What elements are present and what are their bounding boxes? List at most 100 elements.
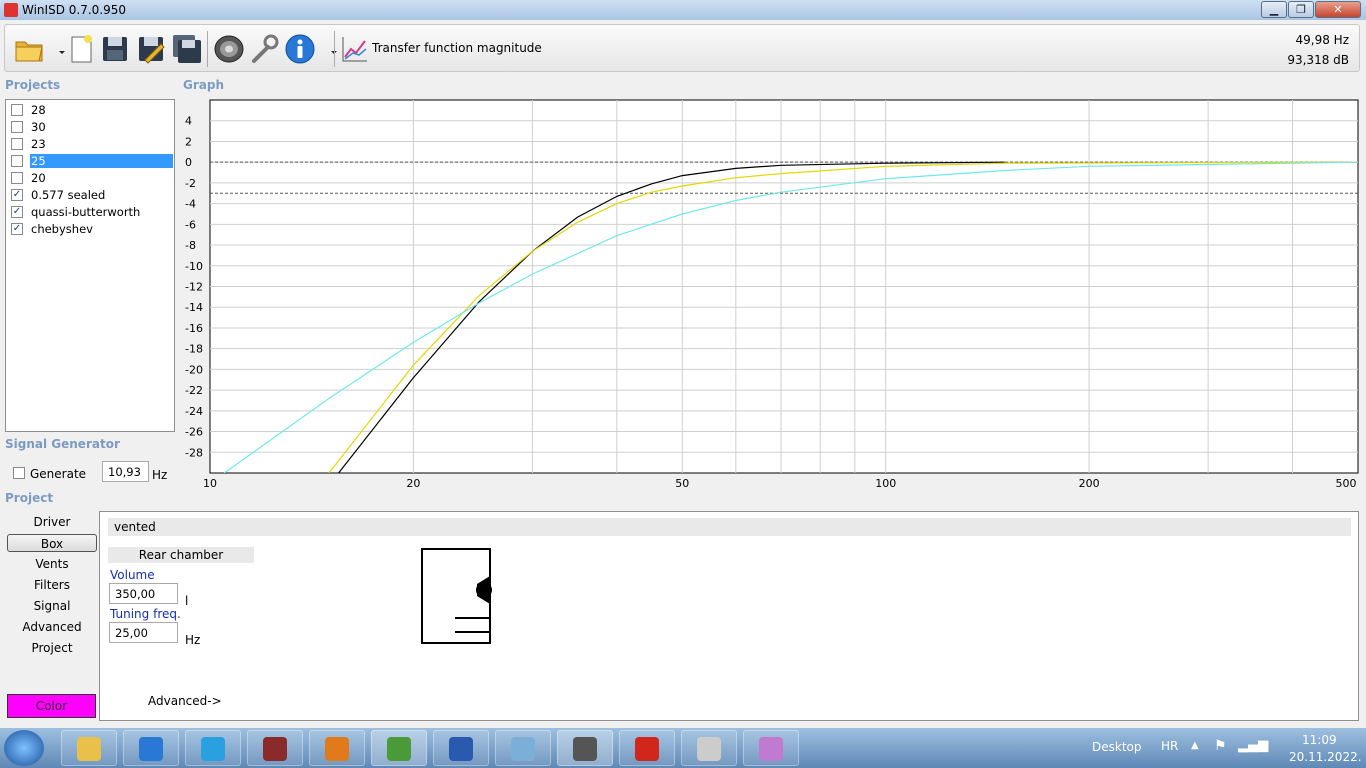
project-list[interactable]: 28 30 23 25 20 ✓ 0.577 sealed ✓ quassi-butterwor…: [5, 99, 175, 432]
tuning-freq-label: Tuning freq.: [110, 607, 181, 621]
nav-signal[interactable]: Signal: [7, 597, 97, 615]
word-icon[interactable]: [433, 730, 489, 766]
tray-arrow-icon[interactable]: ▲: [1191, 740, 1199, 751]
project-list-item[interactable]: 25: [9, 153, 173, 169]
paint-icon[interactable]: [743, 730, 799, 766]
project-label: 25: [30, 154, 173, 168]
nav-project[interactable]: Project: [7, 639, 97, 657]
save-all-icon[interactable]: [171, 33, 203, 65]
nav-driver[interactable]: Driver: [7, 513, 97, 531]
new-document-icon[interactable]: [65, 33, 97, 65]
y-tick-label: -22: [185, 384, 203, 397]
project-list-item[interactable]: ✓ 0.577 sealed: [9, 187, 173, 203]
save-icon[interactable]: [99, 33, 131, 65]
transfer-function-chart[interactable]: 420-2-4-6-8-10-12-14-16-18-20-22-24-26-2…: [180, 97, 1362, 493]
project-checkbox[interactable]: [11, 138, 23, 150]
project-checkbox[interactable]: ✓: [11, 189, 23, 201]
close-button[interactable]: ✕: [1315, 1, 1361, 18]
chrome-icon[interactable]: [371, 730, 427, 766]
app-icon: [4, 3, 18, 17]
y-tick-label: -6: [185, 218, 196, 231]
desktop-toolbar-label[interactable]: Desktop: [1092, 740, 1142, 754]
winisd-icon[interactable]: [557, 730, 613, 766]
project-label: 0.577 sealed: [31, 188, 106, 202]
maximize-button[interactable]: ❐: [1288, 1, 1314, 18]
project-label: chebyshev: [31, 222, 93, 236]
project-checkbox[interactable]: [11, 155, 23, 167]
pdf-icon[interactable]: [619, 730, 675, 766]
x-tick-label: 50: [675, 477, 689, 490]
project-checkbox[interactable]: ✓: [11, 206, 23, 218]
language-indicator[interactable]: HR: [1161, 739, 1178, 753]
level-readout: 93,318 dB: [1287, 53, 1349, 67]
project-list-item[interactable]: ✓ quassi-butterworth: [9, 204, 173, 220]
skype-icon[interactable]: [185, 730, 241, 766]
ie-icon[interactable]: [123, 730, 179, 766]
project-list-item[interactable]: 28: [9, 102, 173, 118]
notepad-icon[interactable]: [495, 730, 551, 766]
nav-filters[interactable]: Filters: [7, 576, 97, 594]
project-checkbox[interactable]: [11, 104, 23, 116]
graph-panel[interactable]: 4 2 0 -2 -4 -6 -8 -10 -12 -14 -16 -18 -20 -22 -24 -26 -2…: [180, 97, 1362, 493]
x-tick-label: 500: [1336, 477, 1357, 490]
projects-heading: Projects: [5, 78, 61, 92]
project-checkbox[interactable]: [11, 121, 23, 133]
power-icon[interactable]: ▮: [1262, 738, 1270, 754]
y-tick-label: -28: [185, 446, 203, 459]
y-tick-label: -8: [185, 239, 196, 252]
project-list-item[interactable]: ✓ chebyshev: [9, 221, 173, 237]
explorer-icon[interactable]: [61, 730, 117, 766]
nav-box[interactable]: Box: [7, 534, 97, 552]
y-tick-label: -2: [185, 177, 196, 190]
project-list-item[interactable]: 30: [9, 119, 173, 135]
x-tick-label: 10: [203, 477, 217, 490]
winrar-icon[interactable]: [247, 730, 303, 766]
window-title: WinISD 0.7.0.950: [22, 3, 127, 17]
nav-vents[interactable]: Vents: [7, 555, 97, 573]
box-diagram: [421, 548, 492, 644]
generator-unit: Hz: [152, 468, 168, 482]
info-icon[interactable]: [284, 33, 316, 65]
project-label: 30: [31, 120, 46, 134]
open-folder-icon[interactable]: [13, 33, 45, 65]
y-tick-label: -16: [185, 322, 203, 335]
generate-checkbox[interactable]: [13, 467, 25, 479]
box-type-bar: vented: [108, 518, 1351, 536]
y-tick-label: -20: [185, 363, 203, 376]
signal-generator-heading: Signal Generator: [5, 437, 120, 451]
x-tick-label: 20: [406, 477, 420, 490]
project-label: 20: [31, 171, 46, 185]
chevron-down-icon[interactable]: [46, 33, 65, 65]
clock-date[interactable]: 20.11.2022.: [1289, 750, 1362, 764]
minimize-button[interactable]: ▁: [1261, 1, 1287, 18]
project-list-item[interactable]: 23: [9, 136, 173, 152]
chevron-down-icon[interactable]: [318, 33, 337, 65]
generator-frequency-field[interactable]: 10,93: [102, 461, 149, 482]
volume-field[interactable]: 350,00: [109, 583, 178, 604]
media-player-icon[interactable]: [309, 730, 365, 766]
y-tick-label: -10: [185, 260, 203, 273]
tuning-freq-field[interactable]: 25,00: [109, 622, 178, 643]
project-checkbox[interactable]: ✓: [11, 223, 23, 235]
tools-icon[interactable]: [248, 33, 280, 65]
project-checkbox[interactable]: [11, 172, 23, 184]
box-panel: vented Rear chamber Volume 350,00 l Tuni…: [99, 511, 1359, 721]
chart-icon[interactable]: [339, 33, 371, 65]
advanced-link[interactable]: Advanced->: [148, 694, 222, 708]
calculator-icon[interactable]: [681, 730, 737, 766]
driver-icon[interactable]: [213, 33, 245, 65]
color-button[interactable]: Color: [7, 694, 96, 718]
action-center-icon[interactable]: ⚑: [1214, 738, 1227, 754]
x-tick-label: 100: [875, 477, 896, 490]
y-tick-label: 4: [185, 115, 192, 128]
project-label: quassi-butterworth: [31, 205, 141, 219]
y-tick-label: -24: [185, 405, 203, 418]
project-heading: Project: [5, 491, 54, 505]
start-orb-icon[interactable]: [4, 730, 44, 766]
nav-advanced[interactable]: Advanced: [7, 618, 97, 636]
y-tick-label: -4: [185, 198, 196, 211]
save-as-icon[interactable]: [135, 33, 167, 65]
clock-time[interactable]: 11:09: [1302, 733, 1337, 747]
project-list-item[interactable]: 20: [9, 170, 173, 186]
taskbar: Desktop HR ▲ ⚑ ▂▄▆ ▮ 11:09 20.11.2022.: [0, 728, 1366, 768]
